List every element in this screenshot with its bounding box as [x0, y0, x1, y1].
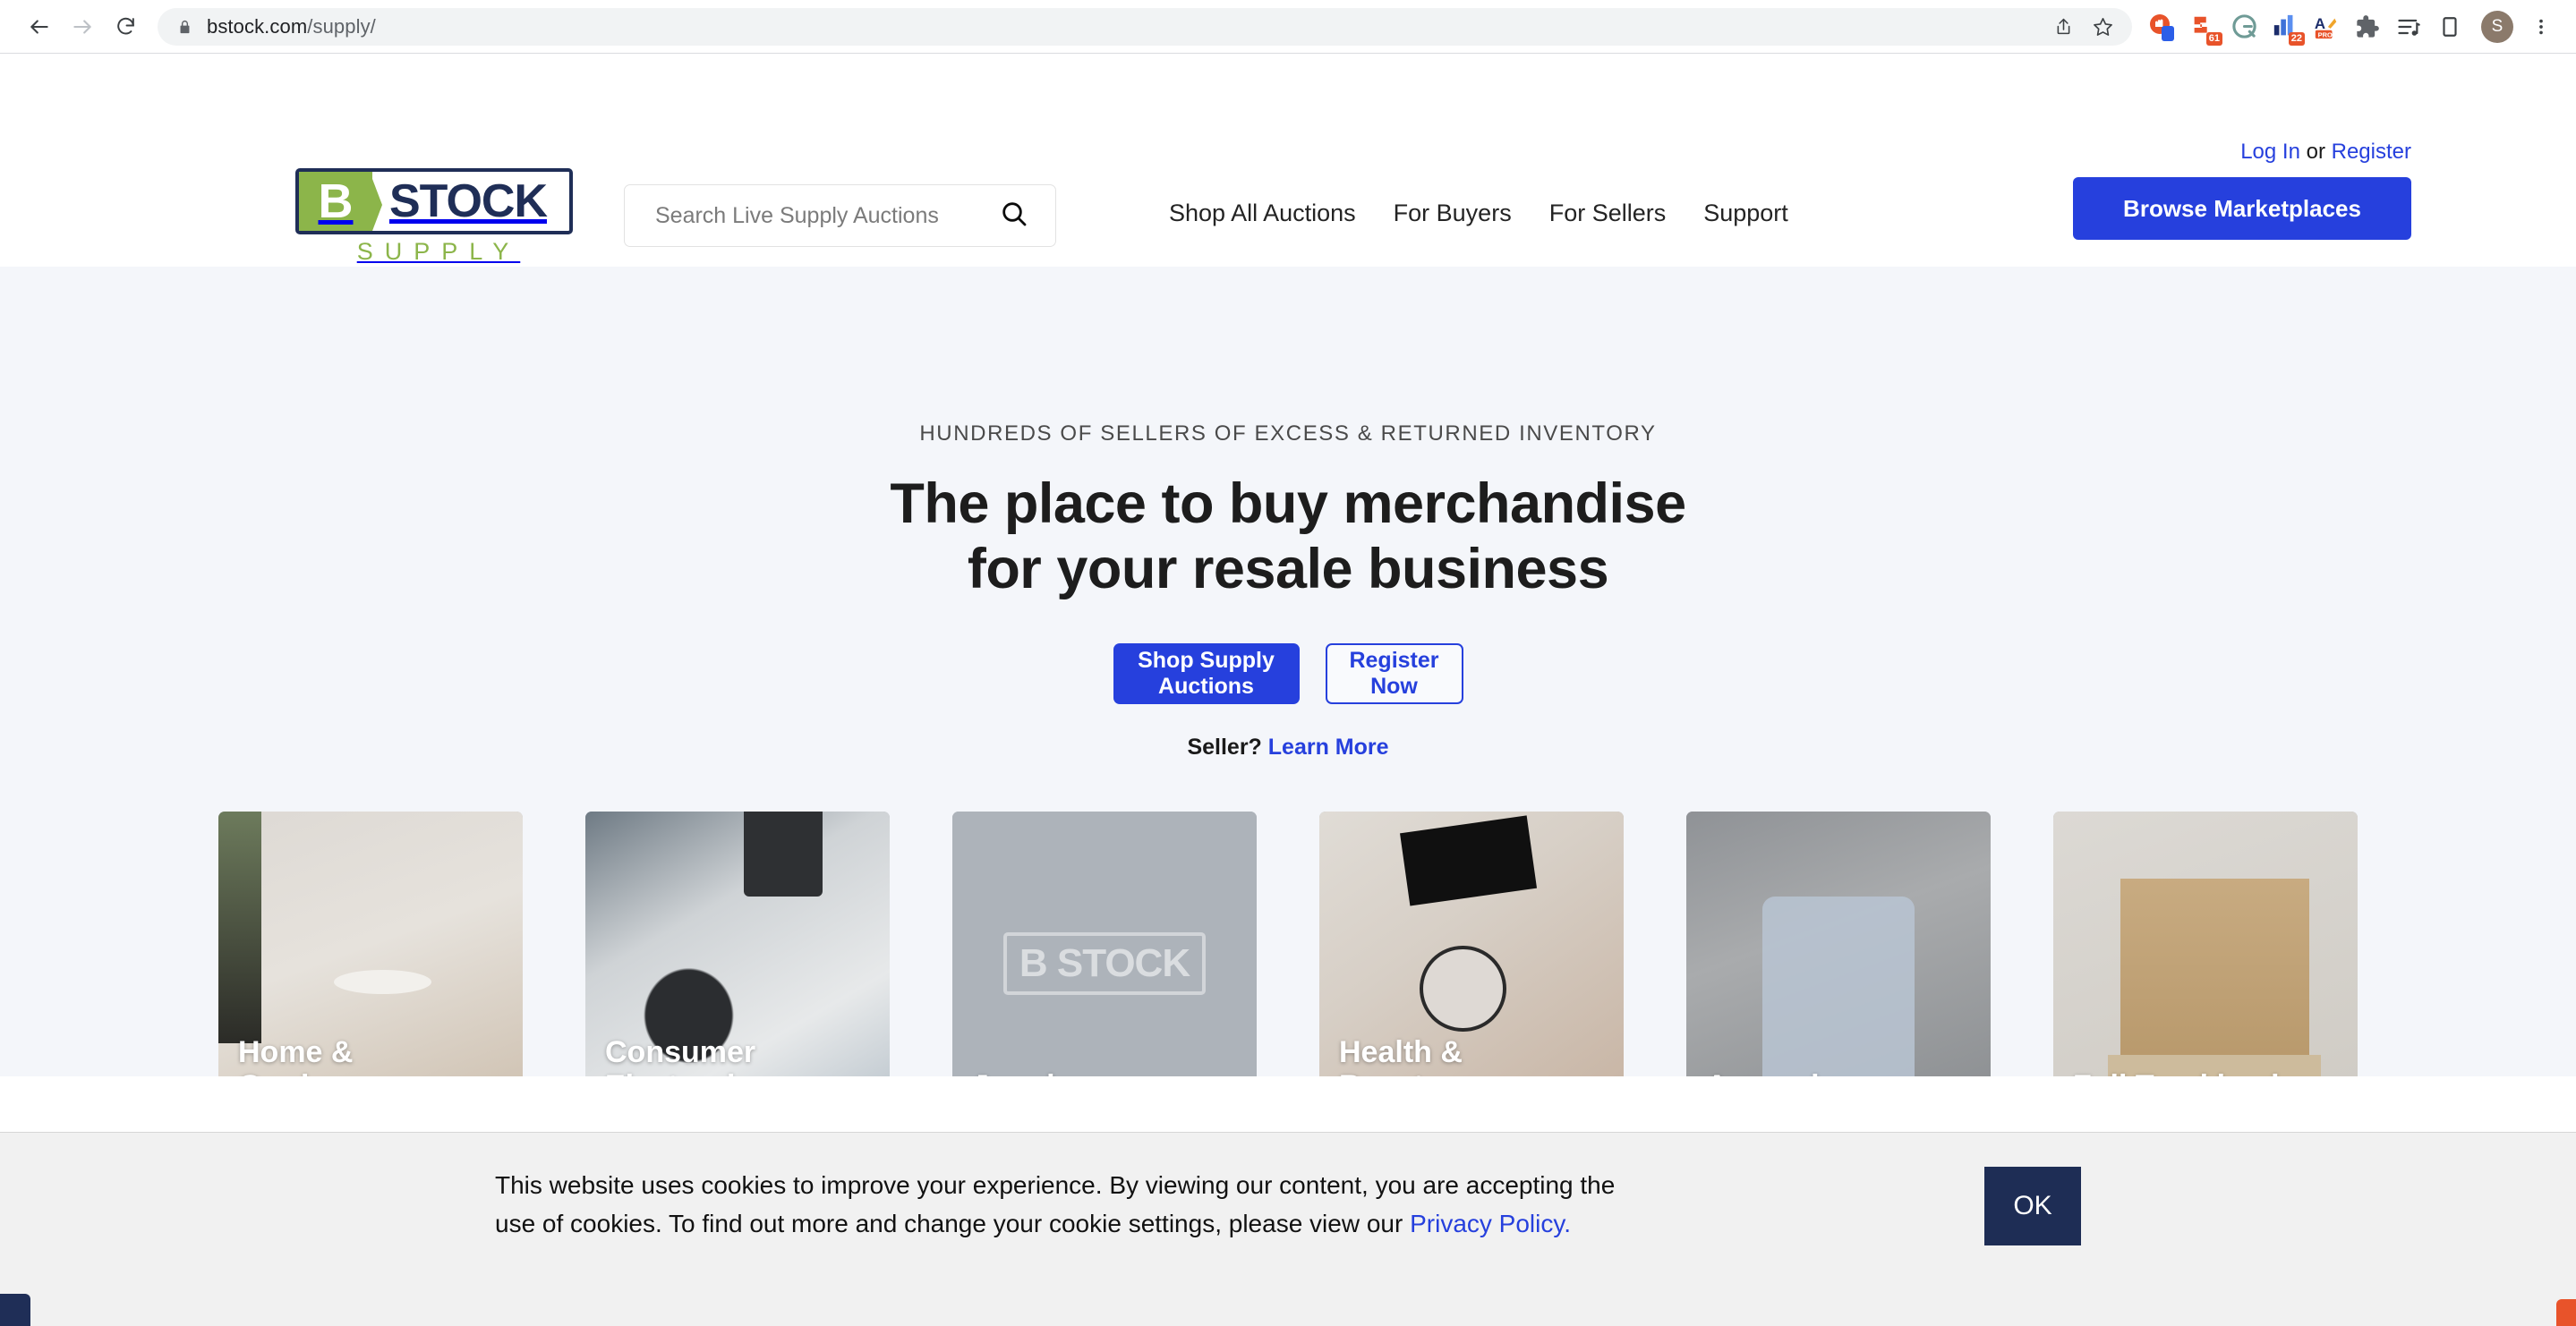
content-gap [0, 1076, 2576, 1132]
lock-icon [177, 18, 192, 36]
extension-badge: 61 [2205, 31, 2222, 46]
adblock-extension-icon[interactable]: 61 [2186, 10, 2222, 46]
reading-list-icon[interactable] [2433, 10, 2467, 44]
category-card-health-beauty[interactable]: Health & Beauty [1319, 812, 1624, 1076]
browse-marketplaces-button[interactable]: Browse Marketplaces [2073, 177, 2411, 240]
cookie-line-1: This website uses cookies to improve you… [495, 1171, 1616, 1199]
nav-item-for-buyers[interactable]: For Buyers [1394, 200, 1512, 227]
nav-item-shop-all-auctions[interactable]: Shop All Auctions [1169, 200, 1356, 227]
feedback-widget-corner[interactable] [2556, 1299, 2576, 1326]
search-box[interactable] [624, 184, 1056, 247]
register-now-button[interactable]: Register Now [1325, 643, 1463, 705]
omnibox-actions [2048, 12, 2118, 42]
site-logo[interactable]: B STOCK SUPPLY [295, 168, 573, 266]
seller-learn-more: Seller? Learn More [0, 735, 2576, 761]
url-text: bstock.com/supply/ [207, 14, 376, 38]
search-icon[interactable] [1000, 200, 1028, 233]
register-link[interactable]: Register [2332, 140, 2411, 164]
star-icon[interactable] [2087, 12, 2118, 42]
svg-text:A: A [2315, 14, 2325, 31]
honey-extension-icon[interactable] [2145, 10, 2179, 44]
apparel-photo [1686, 812, 1991, 1076]
avatar[interactable]: S [2481, 10, 2513, 43]
placeholder-bstock-watermark: B STOCK [952, 812, 1257, 1076]
analytics-extension-icon[interactable]: 22 [2268, 10, 2305, 46]
home-garden-photo [218, 812, 523, 1076]
consumer-electronics-photo [585, 812, 890, 1076]
nav-item-for-sellers[interactable]: For Sellers [1549, 200, 1667, 227]
pallet-photo [2053, 812, 2358, 1076]
category-cards-row: Home & Garden Consumer Electronics B STO… [0, 812, 2576, 1076]
category-card-consumer-electronics[interactable]: Consumer Electronics [585, 812, 890, 1076]
seller-prefix: Seller? [1187, 735, 1268, 761]
media-list-icon[interactable] [2392, 10, 2426, 44]
pro-extension-icon[interactable]: A PRO [2309, 10, 2343, 44]
category-card-apparel[interactable]: Apparel [1686, 812, 1991, 1076]
privacy-policy-link[interactable]: Privacy Policy. [1410, 1210, 1571, 1237]
share-icon[interactable] [2048, 12, 2078, 42]
hero-cta-row: Shop Supply Auctions Register Now [0, 643, 2576, 705]
address-bar[interactable]: bstock.com/supply/ [158, 7, 2132, 46]
cookie-banner-text: This website uses cookies to improve you… [495, 1167, 1929, 1243]
cookie-ok-button[interactable]: OK [1984, 1167, 2081, 1245]
cookie-consent-banner: This website uses cookies to improve you… [0, 1132, 2576, 1326]
logo-mark: B STOCK [295, 168, 573, 234]
page-title: The place to buy merchandise for your re… [0, 472, 2576, 602]
extensions-bar: 61 22 A PRO S [2145, 10, 2556, 46]
logo-letter-b: B [299, 172, 382, 231]
hero-title-line2: for your resale business [967, 538, 1609, 601]
category-card-full-truckloads[interactable]: Full Truckloads [2053, 812, 2358, 1076]
nav-item-support[interactable]: Support [1703, 200, 1788, 227]
grammarly-extension-icon[interactable] [2227, 10, 2261, 44]
browser-nav-buttons [20, 7, 145, 47]
category-card-jewelry[interactable]: B STOCK Jewelry [952, 812, 1257, 1076]
auth-links: Log In or Register [2240, 140, 2411, 165]
search-input[interactable] [655, 202, 1000, 229]
bstock-watermark-icon: B STOCK [1002, 932, 1207, 996]
cookie-line-2: use of cookies. To find out more and cha… [495, 1209, 1411, 1237]
auth-separator: or [2299, 140, 2332, 164]
shop-supply-auctions-button[interactable]: Shop Supply Auctions [1113, 643, 1300, 705]
back-arrow-icon[interactable] [20, 7, 59, 47]
category-card-home-garden[interactable]: Home & Garden [218, 812, 523, 1076]
hero-eyebrow: HUNDREDS OF SELLERS OF EXCESS & RETURNED… [919, 421, 1657, 446]
learn-more-link[interactable]: Learn More [1268, 735, 1389, 760]
log-in-link[interactable]: Log In [2240, 140, 2300, 164]
main-nav: Shop All Auctions For Buyers For Sellers… [1169, 200, 1788, 227]
forward-arrow-icon[interactable] [63, 7, 102, 47]
browser-toolbar: bstock.com/supply/ 61 22 A PRO S [0, 0, 2576, 54]
extension-badge: 22 [2288, 31, 2305, 46]
logo-word-supply: SUPPLY [356, 238, 521, 265]
hero-title-line1: The place to buy merchandise [890, 472, 1686, 535]
logo-word-stock: STOCK [388, 175, 548, 227]
kebab-menu-icon[interactable] [2526, 10, 2556, 44]
health-beauty-photo [1319, 812, 1624, 1076]
svg-text:PRO: PRO [2318, 30, 2333, 38]
avatar-initial: S [2491, 16, 2503, 36]
chat-widget-corner[interactable] [0, 1294, 30, 1326]
hero-section: HUNDREDS OF SELLERS OF EXCESS & RETURNED… [0, 267, 2576, 1076]
reload-icon[interactable] [106, 7, 145, 47]
puzzle-extensions-icon[interactable] [2350, 10, 2384, 44]
site-header: B STOCK SUPPLY Shop All Auctions For Buy… [0, 54, 2576, 267]
